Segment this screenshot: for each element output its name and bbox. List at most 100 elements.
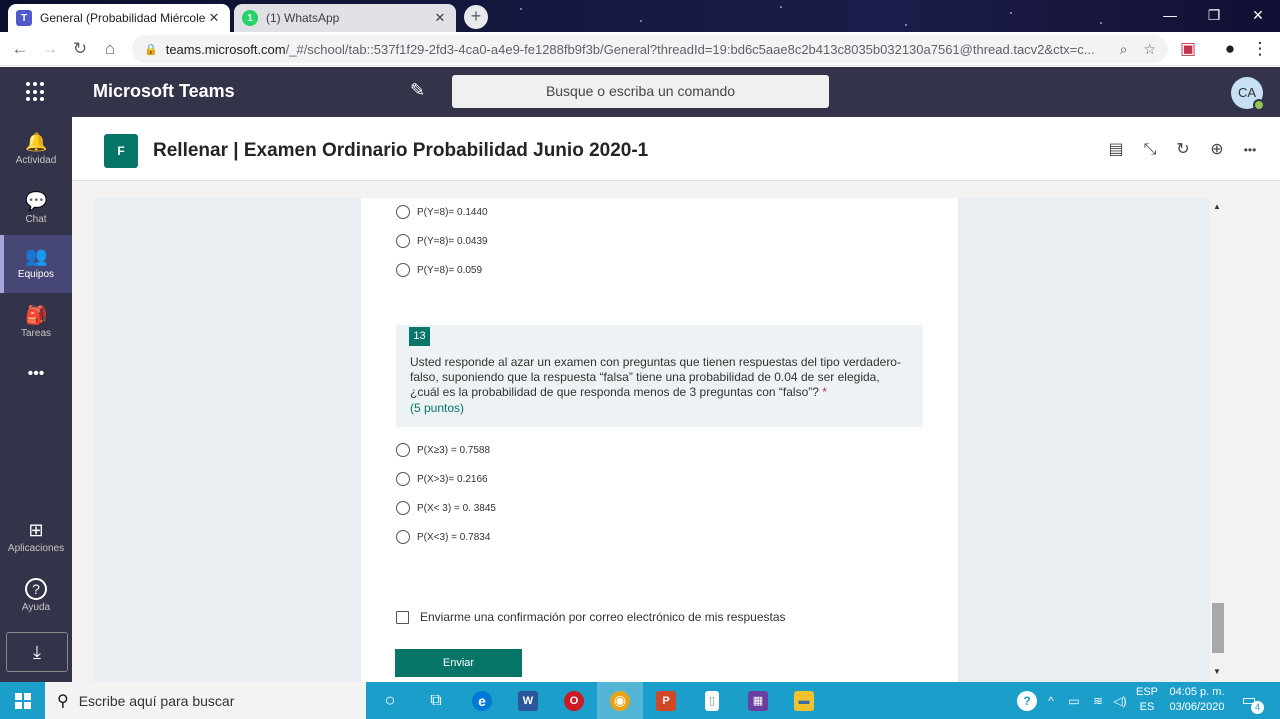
radio-button[interactable] xyxy=(396,234,410,248)
home-button[interactable]: ⌂ xyxy=(98,38,122,60)
answer-option[interactable]: P(Y=8)= 0.059 xyxy=(396,263,482,277)
notepad-icon: ▯ xyxy=(705,690,719,711)
scroll-up-icon[interactable]: ▲ xyxy=(1213,202,1221,211)
zoom-icon[interactable]: ⌕ xyxy=(1120,41,1128,58)
more-apps-icon[interactable]: ••• xyxy=(0,365,72,395)
close-tab-icon[interactable]: ✕ xyxy=(432,10,448,26)
cortana-button[interactable]: ○ xyxy=(367,682,413,719)
show-hidden-icons-icon[interactable]: ^ xyxy=(1042,682,1060,719)
task-view-button[interactable]: ⧉ xyxy=(413,682,459,719)
channel-header: F Rellenar | Examen Ordinario Probabilid… xyxy=(72,117,1280,181)
taskbar-app-chrome[interactable]: ◉ xyxy=(597,682,643,719)
pocket-icon[interactable]: ▣ xyxy=(1176,38,1200,60)
rail-item-chat[interactable]: 💬 Chat xyxy=(0,180,72,238)
teams-header: Microsoft Teams ✎ Busque o escriba un co… xyxy=(0,67,1280,117)
option-label: P(Y=8)= 0.1440 xyxy=(417,206,488,218)
scroll-down-icon[interactable]: ▼ xyxy=(1213,667,1221,676)
taskbar-app-opera[interactable]: O xyxy=(551,682,597,719)
tab-whatsapp[interactable]: 1 (1) WhatsApp ✕ xyxy=(234,4,456,32)
answer-option[interactable]: P(X<3) = 0.7834 xyxy=(396,530,490,544)
avatar[interactable]: CA xyxy=(1231,77,1265,111)
help-tray-icon[interactable]: ? xyxy=(1014,682,1040,719)
account-icon[interactable]: ● xyxy=(1218,38,1242,60)
globe-icon[interactable]: ⊕ xyxy=(1206,139,1228,161)
app-launcher-icon[interactable] xyxy=(24,80,48,104)
option-label: P(X≥3) = 0.7588 xyxy=(417,444,491,456)
radio-button[interactable] xyxy=(396,472,410,486)
rail-item-aplicaciones[interactable]: ⊞ Aplicaciones xyxy=(0,509,72,567)
browser-toolbar: ← → ↻ ⌂ 🔒 teams.microsoft.com /_#/school… xyxy=(0,32,1280,66)
taskbar-app-notepad[interactable]: ▯ xyxy=(689,682,735,719)
tab-title: General (Probabilidad Miércoles xyxy=(40,11,206,25)
battery-icon[interactable]: ▭ xyxy=(1064,682,1084,719)
new-tab-button[interactable]: + xyxy=(464,5,488,29)
command-search-input[interactable]: Busque o escriba un comando xyxy=(452,75,829,108)
question-body: Usted responde al azar un examen con pre… xyxy=(410,355,901,399)
question-number: 13 xyxy=(409,327,430,346)
taskbar-app-edge[interactable]: e xyxy=(459,682,505,719)
option-label: P(Y=8)= 0.0439 xyxy=(417,235,488,247)
address-bar[interactable]: 🔒 teams.microsoft.com /_#/school/tab::53… xyxy=(132,35,1168,63)
browser-tab-strip: T General (Probabilidad Miércoles ✕ 1 (1… xyxy=(0,0,1280,32)
opera-icon: O xyxy=(564,690,584,711)
volume-icon[interactable]: ◁) xyxy=(1110,682,1130,719)
refresh-icon[interactable]: ↻ xyxy=(1172,139,1194,161)
rail-item-ayuda[interactable]: ? Ayuda xyxy=(0,568,72,626)
submit-button[interactable]: Enviar xyxy=(395,649,522,677)
system-clock[interactable]: 04:05 p. m. 03/06/2020 xyxy=(1162,685,1232,715)
rail-item-actividad[interactable]: 🔔 Actividad xyxy=(0,121,72,179)
radio-button[interactable] xyxy=(396,263,410,277)
forward-button[interactable]: → xyxy=(38,38,62,60)
rail-label: Ayuda xyxy=(21,602,51,613)
radio-button[interactable] xyxy=(396,530,410,544)
backpack-icon: 🎒 xyxy=(25,305,48,325)
start-button[interactable] xyxy=(0,682,45,719)
radio-button[interactable] xyxy=(396,443,410,457)
input-language-indicator[interactable]: ESP ES xyxy=(1134,685,1160,715)
radio-button[interactable] xyxy=(396,205,410,219)
answer-option[interactable]: P(X≥3) = 0.7588 xyxy=(396,443,490,457)
question-text: Usted responde al azar un examen con pre… xyxy=(410,355,905,400)
collapse-icon[interactable]: ⤡ xyxy=(1139,139,1161,161)
taskbar-app-calculator[interactable]: ▦ xyxy=(735,682,781,719)
more-options-icon[interactable]: ••• xyxy=(1239,139,1261,161)
close-tab-icon[interactable]: ✕ xyxy=(206,10,222,26)
powerpoint-icon: P xyxy=(656,690,676,711)
cortana-icon: ○ xyxy=(384,690,396,710)
taskbar-app-word[interactable]: W xyxy=(505,682,551,719)
taskbar-search-input[interactable]: ⚲ Escribe aquí para buscar xyxy=(45,682,366,719)
minimize-button[interactable]: — xyxy=(1148,0,1192,30)
email-confirmation-option[interactable]: Enviarme una confirmación por correo ele… xyxy=(396,610,786,624)
radio-button[interactable] xyxy=(396,501,410,515)
teams-favicon-icon: T xyxy=(16,10,32,26)
conversation-icon[interactable]: ▤ xyxy=(1105,139,1127,161)
taskbar-search-placeholder: Escribe aquí para buscar xyxy=(78,692,235,709)
answer-option[interactable]: P(Y=8)= 0.1440 xyxy=(396,205,488,219)
email-confirmation-checkbox[interactable] xyxy=(396,610,409,624)
close-window-button[interactable]: ✕ xyxy=(1236,0,1280,30)
download-app-button[interactable]: ⤓ xyxy=(6,632,68,672)
rail-item-tareas[interactable]: 🎒 Tareas xyxy=(0,294,72,352)
rail-item-equipos[interactable]: 👥 Equipos xyxy=(0,235,72,293)
answer-option[interactable]: P(X>3)= 0.2166 xyxy=(396,472,488,486)
taskbar-app-file-explorer[interactable]: ▬ xyxy=(781,682,827,719)
star-icon[interactable]: ☆ xyxy=(1143,41,1156,58)
tab-teams-general[interactable]: T General (Probabilidad Miércoles ✕ xyxy=(8,4,230,32)
answer-option[interactable]: P(Y=8)= 0.0439 xyxy=(396,234,488,248)
option-label: P(X< 3) = 0. 3845 xyxy=(417,502,496,514)
reload-button[interactable]: ↻ xyxy=(68,38,92,60)
back-button[interactable]: ← xyxy=(8,38,32,60)
maximize-button[interactable]: ❐ xyxy=(1192,0,1236,30)
menu-icon[interactable]: ⋮ xyxy=(1248,38,1272,60)
windows-taskbar: ⚲ Escribe aquí para buscar ○ ⧉ e W O ◉ P… xyxy=(0,682,1280,719)
compose-icon[interactable]: ✎ xyxy=(410,80,432,102)
teams-icon: 👥 xyxy=(25,246,48,266)
answer-option[interactable]: P(X< 3) = 0. 3845 xyxy=(396,501,496,515)
wifi-icon[interactable]: ≋ xyxy=(1088,682,1108,719)
action-center-icon[interactable]: ▭ 4 xyxy=(1238,690,1264,714)
app-title: Microsoft Teams xyxy=(93,81,235,101)
taskbar-app-powerpoint[interactable]: P xyxy=(643,682,689,719)
scrollbar-thumb[interactable] xyxy=(1212,603,1224,653)
page-title: Rellenar | Examen Ordinario Probabilidad… xyxy=(153,140,649,161)
rail-label: Chat xyxy=(25,214,47,225)
